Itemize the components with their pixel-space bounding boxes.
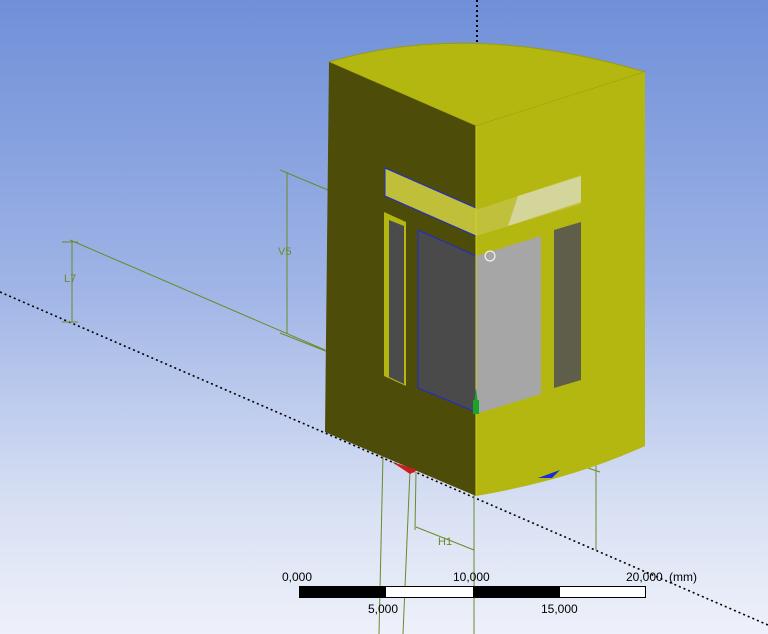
scale-bar	[299, 586, 646, 598]
solid-body[interactable]	[325, 42, 647, 496]
dimension-v5-label[interactable]: V5	[278, 246, 291, 258]
scale-label-10: 10,000	[453, 570, 490, 584]
dimension-l7-label[interactable]: L7	[64, 273, 76, 285]
right-slot-narrow	[554, 222, 581, 388]
right-window-glass	[476, 236, 541, 414]
left-window-glass	[417, 229, 477, 413]
left-slot-narrow-inner	[389, 220, 404, 384]
scale-unit-label: (mm)	[669, 570, 697, 584]
scale-label-0: 0,000	[282, 570, 313, 584]
graphics-viewport[interactable]: L7 V5 H1 0,000 10,000 20,000 (mm) 5,000 …	[0, 0, 768, 634]
scale-label-15: 15,000	[541, 602, 578, 616]
scale-label-20: 20,000	[626, 570, 663, 584]
3d-scene[interactable]: L7 V5 H1	[0, 0, 768, 634]
dimension-h1-label[interactable]: H1	[438, 536, 452, 548]
scale-label-5: 5,000	[368, 602, 399, 616]
